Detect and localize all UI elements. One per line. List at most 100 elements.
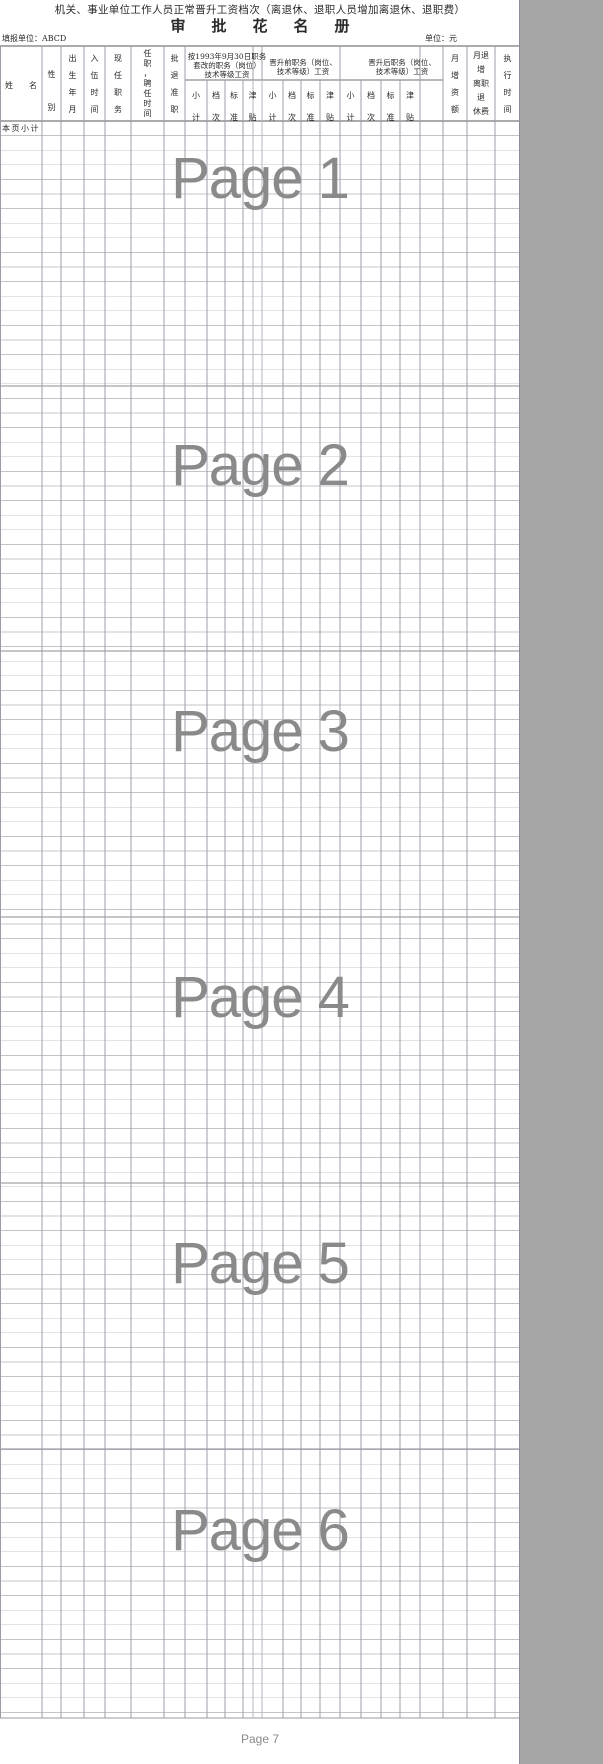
col-group-1993-header: 按1993年9月30日职务 套改的职务（岗位） 技术等级工资 [187, 52, 267, 79]
col-monthly-increase-header-char: 增 [451, 71, 459, 80]
col-sub-header-0-0: 小计 [185, 85, 207, 129]
page-watermark: Page 3 [171, 699, 350, 764]
col-sub-header-0-2: 标准 [225, 85, 243, 129]
col-birth-header-char: 月 [68, 105, 77, 114]
col-sub-header-0-2-char: 标 [230, 91, 238, 100]
currency-unit-label: 单位：元 [425, 34, 457, 43]
col-sub-header-2-3-char: 贴 [406, 113, 414, 122]
col-sub-header-2-2: 标准 [381, 85, 400, 129]
col-sub-header-0-0-char: 计 [192, 113, 200, 122]
col-sub-header-2-1-char: 次 [367, 113, 375, 122]
col-appoint-time-header-char: ， [143, 69, 152, 78]
col-effective-time-header-char: 间 [503, 105, 512, 114]
col-sub-header-0-1-char: 次 [212, 113, 220, 122]
col-appoint-time-header-char: 职 [143, 59, 152, 68]
col-sub-header-1-0-char: 计 [268, 113, 277, 122]
col-sub-header-0-1-char: 档 [212, 91, 220, 100]
col-appoint-time-header-char: 时 [143, 99, 152, 108]
col-group-after-header-line: 技术等级）工资 [375, 67, 429, 76]
col-sub-header-2-2-char: 标 [386, 91, 395, 100]
col-appoint-time-header-char: 聘 [143, 79, 152, 88]
col-sub-header-1-1-char: 档 [288, 91, 296, 100]
col-monthly-retire-increase-header-char: 增 [477, 65, 485, 74]
col-sub-header-2-0: 小计 [340, 85, 361, 129]
col-birth-header-char: 年 [68, 88, 77, 97]
col-group-before-header-line: 技术等级）工资 [276, 67, 330, 76]
col-gender-header: 性别 [42, 58, 61, 124]
col-birth-header-char: 生 [68, 71, 77, 80]
col-monthly-increase-header: 月增资额 [443, 50, 467, 118]
col-sub-header-2-3: 津贴 [400, 85, 420, 129]
page-subtotal-label: 本页小计 [2, 124, 40, 133]
col-sub-header-1-1-char: 次 [288, 113, 296, 122]
col-sub-header-2-2-char: 准 [386, 113, 395, 122]
col-sub-header-1-1: 档次 [283, 85, 301, 129]
col-appoint-time-header-char: 任 [143, 49, 152, 58]
col-current-post-header-char: 职 [114, 88, 122, 97]
col-appoint-time-header: 任职，聘任时间 [131, 49, 164, 119]
page-watermark: Page 5 [171, 1231, 350, 1296]
fill-unit-label: 填报单位：ABCD [2, 34, 67, 43]
col-sub-header-1-3: 津贴 [320, 85, 340, 129]
col-monthly-retire-increase-header-char: 月退 [473, 51, 489, 60]
col-sub-header-2-0-char: 小 [346, 91, 355, 100]
col-approve-retire-header-char: 职 [170, 105, 179, 114]
col-current-post-header: 现任职务 [105, 50, 131, 118]
col-sub-header-2-3-char: 津 [406, 91, 414, 100]
col-monthly-retire-increase-header-char: 离职 [473, 79, 489, 88]
col-join-header-char: 间 [90, 105, 99, 114]
col-sub-header-1-3-char: 津 [326, 91, 334, 100]
col-sub-header-1-2: 标准 [301, 85, 320, 129]
col-appoint-time-header-char: 任 [143, 89, 152, 98]
col-sub-header-0-2-char: 准 [230, 113, 238, 122]
col-effective-time-header-char: 行 [503, 71, 512, 80]
col-current-post-header-char: 现 [114, 54, 122, 63]
page-watermark: Page 1 [171, 146, 350, 211]
col-join-header-char: 伍 [90, 71, 99, 80]
col-group-1993-header-line: 按1993年9月30日职务 [187, 52, 267, 61]
spreadsheet-page: 机关、事业单位工作人员正常晋升工资档次（离退休、退职人员增加离退休、退职费） 审… [0, 0, 520, 1764]
col-group-after-header-line: 晋升后职务（岗位、 [368, 58, 436, 67]
col-monthly-increase-header-char: 月 [451, 54, 459, 63]
col-sub-header-0-3-char: 津 [248, 91, 257, 100]
col-monthly-increase-header-char: 额 [451, 105, 459, 114]
col-sub-header-0-0-char: 小 [192, 91, 200, 100]
col-group-before-header: 晋升前职务（岗位、 技术等级）工资 [265, 58, 341, 76]
col-monthly-increase-header-char: 资 [451, 88, 459, 97]
col-name-header: 姓 名 [5, 81, 37, 90]
col-current-post-header-char: 任 [114, 71, 122, 80]
col-gender-header-char: 性 [47, 70, 56, 79]
page-watermark: Page 4 [171, 965, 350, 1030]
col-sub-header-0-3-char: 贴 [248, 113, 257, 122]
col-sub-header-1-2-char: 标 [306, 91, 315, 100]
col-gender-header-char: 别 [47, 103, 56, 112]
col-sub-header-2-0-char: 计 [346, 113, 355, 122]
col-birth-header: 出生年月 [61, 50, 84, 118]
col-approve-retire-header-char: 批 [170, 54, 179, 63]
col-join-header-char: 入 [90, 54, 99, 63]
col-birth-header-char: 出 [68, 54, 77, 63]
col-join-header: 入伍时间 [84, 50, 105, 118]
col-monthly-retire-increase-header-char: 休费 [473, 107, 489, 116]
col-sub-header-1-3-char: 贴 [326, 113, 334, 122]
col-group-1993-header-line: 技术等级工资 [204, 70, 250, 79]
col-sub-header-0-3: 津贴 [243, 85, 262, 129]
page-watermark: Page 2 [171, 433, 350, 498]
col-monthly-retire-increase-header-char: 退 [477, 93, 485, 102]
footer-page-number: Page 7 [240, 1732, 280, 1746]
col-sub-header-2-1-char: 档 [367, 91, 375, 100]
col-join-header-char: 时 [90, 88, 99, 97]
col-monthly-retire-increase-header: 月退增离职退休费 [467, 49, 495, 119]
col-sub-header-1-0: 小计 [262, 85, 283, 129]
col-approve-retire-header: 批退准职 [164, 50, 185, 118]
col-appoint-time-header-char: 间 [143, 109, 152, 118]
col-sub-header-0-1: 档次 [207, 85, 225, 129]
col-group-after-header: 晋升后职务（岗位、 技术等级）工资 [363, 58, 441, 76]
col-group-before-header-line: 晋升前职务（岗位、 [269, 58, 337, 67]
col-sub-header-1-0-char: 小 [268, 91, 277, 100]
col-effective-time-header-char: 时 [503, 88, 512, 97]
col-sub-header-2-1: 档次 [361, 85, 381, 129]
col-approve-retire-header-char: 退 [170, 71, 179, 80]
col-sub-header-1-2-char: 准 [306, 113, 315, 122]
col-effective-time-header-char: 执 [503, 54, 512, 63]
